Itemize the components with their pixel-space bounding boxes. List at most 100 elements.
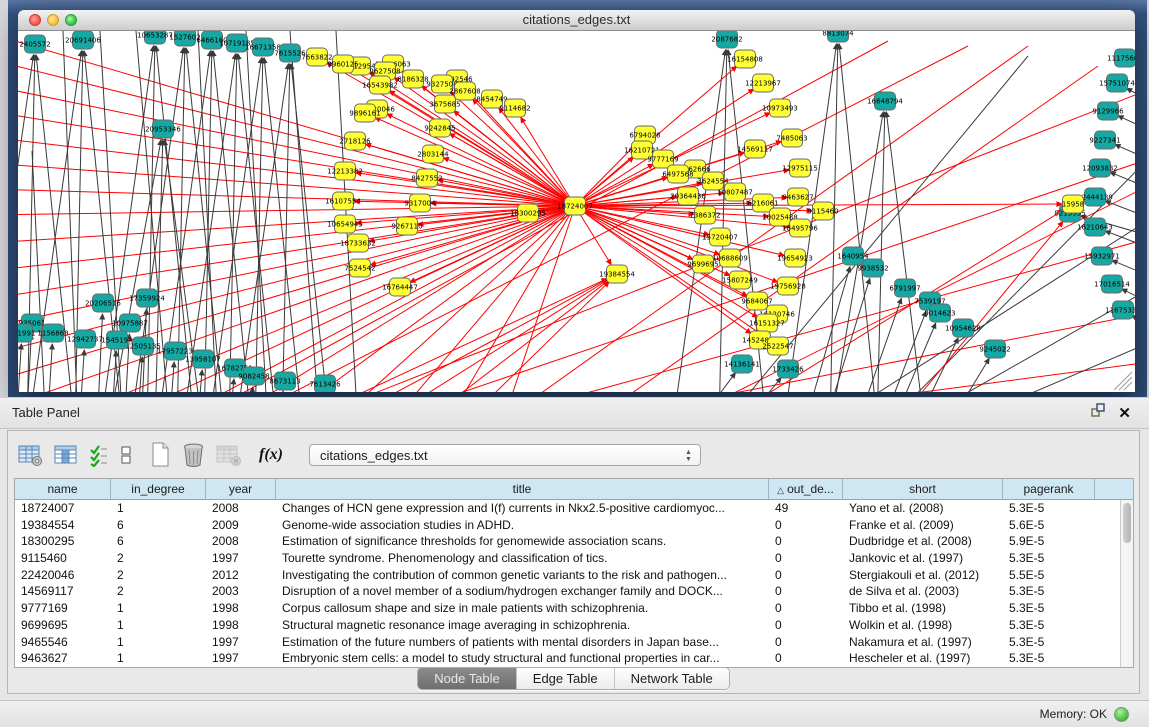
cell-short[interactable]: Tibbo et al. (1998) <box>843 600 1003 617</box>
table-row[interactable]: 2242004622012Investigating the contribut… <box>15 567 1133 584</box>
cell-out_degree[interactable]: 0 <box>769 567 843 584</box>
table-row[interactable]: 946362711997Embryonic stem cells: a mode… <box>15 650 1133 667</box>
cell-in_degree[interactable]: 6 <box>111 533 206 550</box>
cell-name[interactable]: 9777169 <box>15 600 111 617</box>
column-header-out_degree[interactable]: △out_de... <box>769 479 843 499</box>
column-header-year[interactable]: year <box>206 479 276 499</box>
table-row[interactable]: 946554611997Estimation of the future num… <box>15 634 1133 651</box>
cell-short[interactable]: Yano et al. (2008) <box>843 500 1003 517</box>
select-all-check-icon[interactable] <box>89 443 109 467</box>
cell-pagerank[interactable]: 5.3E-5 <box>1003 600 1095 617</box>
column-header-in_degree[interactable]: in_degree <box>111 479 206 499</box>
cell-in_degree[interactable]: 1 <box>111 634 206 651</box>
cell-pagerank[interactable]: 5.5E-5 <box>1003 567 1095 584</box>
cell-out_degree[interactable]: 0 <box>769 583 843 600</box>
cell-year[interactable]: 1997 <box>206 634 276 651</box>
cell-name[interactable]: 19384554 <box>15 517 111 534</box>
cell-pagerank[interactable]: 5.6E-5 <box>1003 517 1095 534</box>
cell-year[interactable]: 1998 <box>206 617 276 634</box>
minimize-window-button[interactable] <box>47 14 59 26</box>
cell-short[interactable]: Franke et al. (2009) <box>843 517 1003 534</box>
table-selector-dropdown[interactable]: citations_edges.txt ▲▼ <box>309 444 701 466</box>
table-row[interactable]: 1830029562008Estimation of significance … <box>15 533 1133 550</box>
show-columns-icon[interactable] <box>54 443 78 467</box>
cell-title[interactable]: Estimation of the future numbers of pati… <box>276 634 769 651</box>
cell-short[interactable]: Dudbridge et al. (2008) <box>843 533 1003 550</box>
cell-year[interactable]: 2008 <box>206 500 276 517</box>
cell-out_degree[interactable]: 0 <box>769 617 843 634</box>
network-graph-canvas[interactable]: 2405572206914061065328715276026466160107… <box>18 31 1135 392</box>
cell-out_degree[interactable]: 0 <box>769 517 843 534</box>
cell-title[interactable]: Corpus callosum shape and size in male p… <box>276 600 769 617</box>
cell-pagerank[interactable]: 5.3E-5 <box>1003 617 1095 634</box>
cell-title[interactable]: Estimation of significance thresholds fo… <box>276 533 769 550</box>
window-resize-grip[interactable] <box>1114 372 1132 390</box>
table-scrollbar-thumb[interactable] <box>1123 503 1131 543</box>
cell-title[interactable]: Investigating the contribution of common… <box>276 567 769 584</box>
cell-pagerank[interactable]: 5.3E-5 <box>1003 583 1095 600</box>
cell-in_degree[interactable]: 2 <box>111 567 206 584</box>
cell-out_degree[interactable]: 0 <box>769 600 843 617</box>
table-scrollbar[interactable] <box>1120 500 1133 667</box>
cell-year[interactable]: 1998 <box>206 600 276 617</box>
table-row[interactable]: 977716911998Corpus callosum shape and si… <box>15 600 1133 617</box>
rows-icon[interactable] <box>120 443 133 467</box>
new-document-icon[interactable] <box>150 442 171 467</box>
table-row[interactable]: 1938455462009Genome-wide association stu… <box>15 517 1133 534</box>
cell-title[interactable]: Genome-wide association studies in ADHD. <box>276 517 769 534</box>
cell-name[interactable]: 9115460 <box>15 550 111 567</box>
cell-in_degree[interactable]: 6 <box>111 517 206 534</box>
cell-name[interactable]: 9699695 <box>15 617 111 634</box>
cell-short[interactable]: Stergiakouli et al. (2012) <box>843 567 1003 584</box>
cell-title[interactable]: Embryonic stem cells: a model to study s… <box>276 650 769 667</box>
tab-node-table[interactable]: Node Table <box>418 668 516 689</box>
cell-pagerank[interactable]: 5.9E-5 <box>1003 533 1095 550</box>
cell-short[interactable]: Nakamura et al. (1997) <box>843 634 1003 651</box>
cell-out_degree[interactable]: 0 <box>769 550 843 567</box>
cell-short[interactable]: Jankovic et al. (1997) <box>843 550 1003 567</box>
zoom-window-button[interactable] <box>65 14 77 26</box>
cell-year[interactable]: 1997 <box>206 650 276 667</box>
cell-name[interactable]: 9465546 <box>15 634 111 651</box>
cell-in_degree[interactable]: 1 <box>111 650 206 667</box>
column-header-title[interactable]: title <box>276 479 769 499</box>
cell-pagerank[interactable]: 5.3E-5 <box>1003 634 1095 651</box>
cell-out_degree[interactable]: 0 <box>769 533 843 550</box>
cell-in_degree[interactable]: 1 <box>111 500 206 517</box>
cell-title[interactable]: Structural magnetic resonance image aver… <box>276 617 769 634</box>
cell-short[interactable]: de Silva et al. (2003) <box>843 583 1003 600</box>
cell-pagerank[interactable]: 5.3E-5 <box>1003 650 1095 667</box>
cell-year[interactable]: 2003 <box>206 583 276 600</box>
cell-in_degree[interactable]: 1 <box>111 617 206 634</box>
function-builder-icon[interactable]: f(x) <box>259 446 283 464</box>
cell-name[interactable]: 22420046 <box>15 567 111 584</box>
table-row[interactable]: 1456911722003Disruption of a novel membe… <box>15 583 1133 600</box>
table-row[interactable]: 1872400712008Changes of HCN gene express… <box>15 500 1133 517</box>
cell-pagerank[interactable]: 5.3E-5 <box>1003 500 1095 517</box>
cell-out_degree[interactable]: 0 <box>769 650 843 667</box>
cell-name[interactable]: 18724007 <box>15 500 111 517</box>
cell-name[interactable]: 9463627 <box>15 650 111 667</box>
table-row[interactable]: 911546021997Tourette syndrome. Phenomeno… <box>15 550 1133 567</box>
cell-out_degree[interactable]: 49 <box>769 500 843 517</box>
close-window-button[interactable] <box>29 14 41 26</box>
trash-icon[interactable] <box>182 442 205 467</box>
column-header-name[interactable]: name <box>15 479 111 499</box>
float-panel-icon[interactable] <box>1091 403 1106 423</box>
cell-in_degree[interactable]: 2 <box>111 583 206 600</box>
cell-title[interactable]: Changes of HCN gene expression and I(f) … <box>276 500 769 517</box>
cell-name[interactable]: 14569117 <box>15 583 111 600</box>
table-settings-icon[interactable] <box>18 443 43 467</box>
network-window-titlebar[interactable]: citations_edges.txt <box>18 10 1135 31</box>
cell-short[interactable]: Wolkin et al. (1998) <box>843 617 1003 634</box>
column-header-short[interactable]: short <box>843 479 1003 499</box>
cell-year[interactable]: 2008 <box>206 533 276 550</box>
cell-year[interactable]: 2009 <box>206 517 276 534</box>
cell-name[interactable]: 18300295 <box>15 533 111 550</box>
cell-title[interactable]: Tourette syndrome. Phenomenology and cla… <box>276 550 769 567</box>
memory-ok-led-icon[interactable] <box>1114 707 1129 722</box>
cell-year[interactable]: 1997 <box>206 550 276 567</box>
column-header-pagerank[interactable]: pagerank <box>1003 479 1095 499</box>
cell-title[interactable]: Disruption of a novel member of a sodium… <box>276 583 769 600</box>
tab-edge-table[interactable]: Edge Table <box>516 668 614 689</box>
